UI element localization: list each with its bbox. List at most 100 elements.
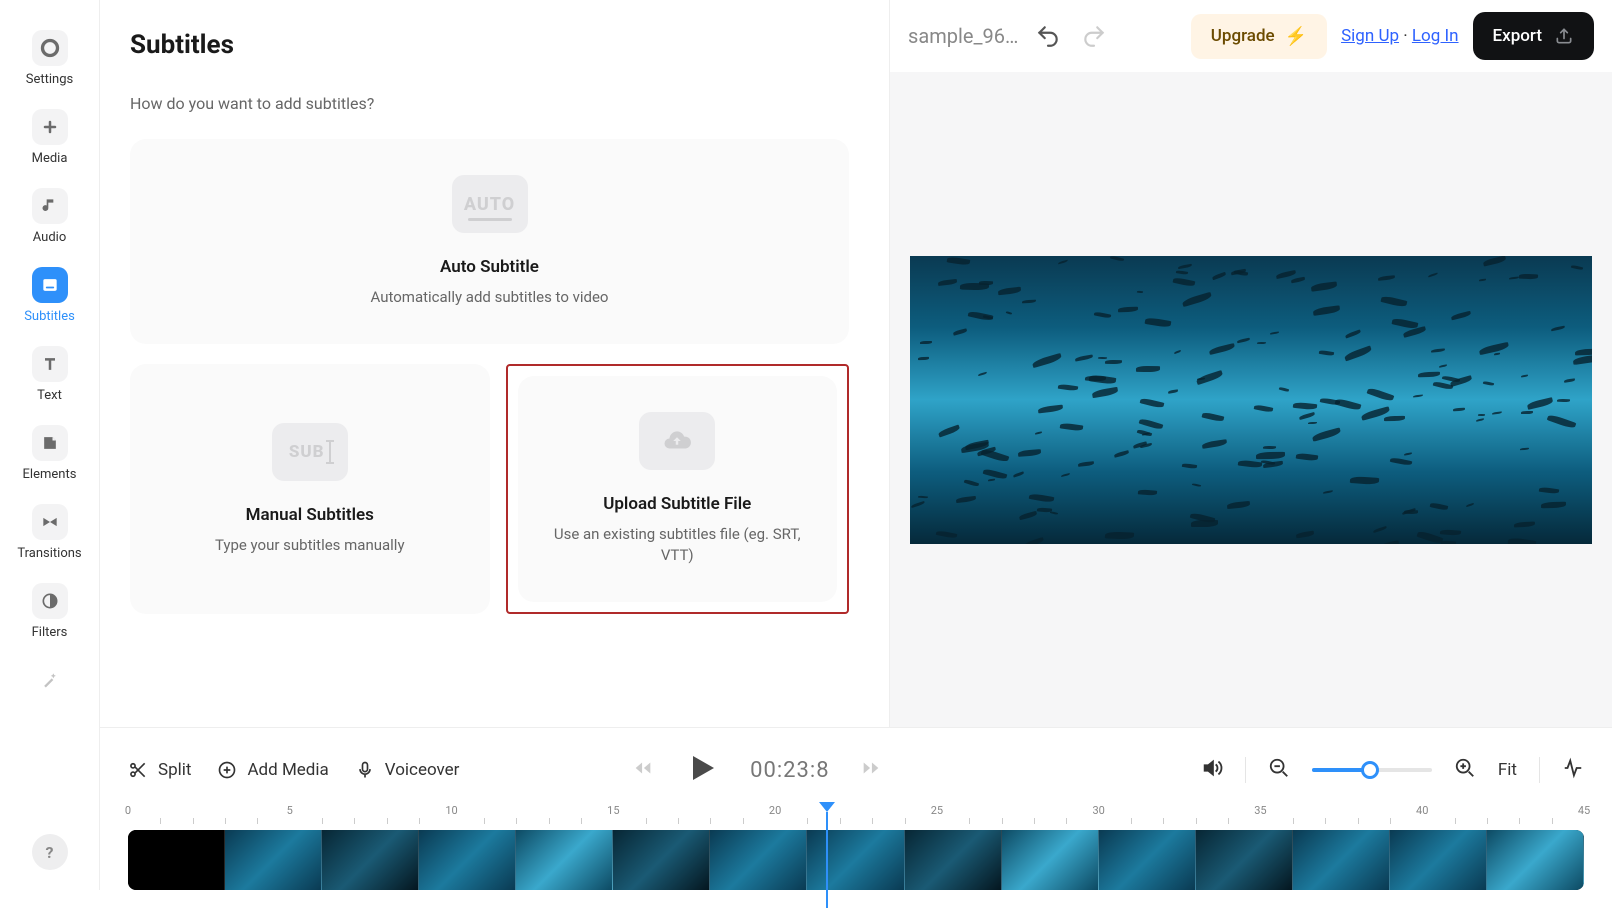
add-media-button[interactable]: Add Media [217,760,328,780]
card-manual-subtitles[interactable]: SUB Manual Subtitles Type your subtitles… [130,364,490,614]
plus-circle-icon [217,760,237,780]
sidebar-item-filters[interactable]: Filters [0,583,99,640]
sidebar-label: Subtitles [24,309,75,324]
scissors-icon [128,760,148,780]
ruler-tick: 5 [287,804,293,817]
clip-thumbnail[interactable] [1390,830,1487,890]
timeline-ruler[interactable]: 051015202530354045 [128,804,1584,828]
card-desc: Automatically add subtitles to video [371,287,609,308]
card-title: Auto Subtitle [440,257,539,277]
ruler-tick: 45 [1578,804,1590,817]
signup-link[interactable]: Sign Up [1341,26,1399,46]
card-upload-subtitle[interactable]: Upload Subtitle File Use an existing sub… [518,376,838,602]
plus-icon [32,109,68,145]
undo-button[interactable] [1032,20,1064,52]
zoom-out-button[interactable] [1268,757,1290,783]
card-auto-subtitle[interactable]: AUTO Auto Subtitle Automatically add sub… [130,139,849,344]
playhead[interactable] [819,802,835,908]
preview-canvas[interactable] [910,256,1592,544]
sidebar-label: Transitions [17,546,81,561]
zoom-out-icon [1268,757,1290,779]
ruler-tick: 35 [1254,804,1266,817]
text-icon [32,346,68,382]
split-button[interactable]: Split [128,760,191,780]
play-button[interactable] [684,750,720,790]
clip-thumbnail[interactable] [1487,830,1584,890]
clip-thumbnail[interactable] [613,830,710,890]
ruler-tick: 10 [445,804,457,817]
upgrade-button[interactable]: Upgrade ⚡ [1191,14,1327,59]
sidebar-label: Audio [33,230,66,245]
clip-thumbnail[interactable] [1293,830,1390,890]
auth-links: Sign Up · Log In [1341,26,1458,46]
panel-subtitle: How do you want to add subtitles? [130,94,849,113]
ruler-tick: 25 [931,804,943,817]
clip-thumbnail[interactable] [516,830,613,890]
sidebar-item-settings[interactable]: Settings [0,30,99,87]
clip-thumbnail[interactable] [225,830,322,890]
sidebar-label: Elements [23,467,77,482]
clip-thumbnail[interactable] [1099,830,1196,890]
clip-thumbnail[interactable] [128,830,225,890]
volume-button[interactable] [1201,757,1223,783]
card-desc: Type your subtitles manually [215,535,405,556]
zoom-slider[interactable] [1312,768,1432,772]
clip-thumbnail[interactable] [322,830,419,890]
help-button[interactable]: ? [32,834,68,870]
skip-forward-button[interactable] [860,757,882,783]
ruler-tick: 20 [769,804,781,817]
clip-track[interactable] [128,830,1584,890]
panel-subtitles: Subtitles How do you want to add subtitl… [100,0,890,727]
bolt-icon: ⚡ [1285,26,1307,47]
ruler-tick: 15 [607,804,619,817]
microphone-icon [355,760,375,780]
ruler-tick: 40 [1416,804,1428,817]
panel-title: Subtitles [130,30,849,60]
cloud-upload-icon [639,412,715,470]
sidebar-item-elements[interactable]: Elements [0,425,99,482]
export-button[interactable]: Export [1473,12,1594,60]
volume-icon [1201,757,1223,779]
sidebar-item-audio[interactable]: Audio [0,188,99,245]
sidebar-item-transitions[interactable]: Transitions [0,504,99,561]
music-note-icon [32,188,68,224]
sidebar-item-subtitles[interactable]: Subtitles [0,267,99,324]
auto-icon: AUTO [452,175,528,233]
ruler-tick: 30 [1092,804,1104,817]
voiceover-button[interactable]: Voiceover [355,760,460,780]
zoom-in-button[interactable] [1454,757,1476,783]
timeline: Split Add Media Voiceover [100,727,1612,890]
sidebar: Settings Media Audio Subtitles Text [0,0,100,890]
fit-button[interactable]: Fit [1498,760,1517,780]
card-desc: Use an existing subtitles file (eg. SRT,… [538,524,818,566]
topbar: sample_96… Upgrade ⚡ Sign Up · [890,0,1612,72]
sidebar-item-text[interactable]: Text [0,346,99,403]
upload-icon [1554,26,1574,46]
skip-back-button[interactable] [632,757,654,783]
login-link[interactable]: Log In [1412,26,1459,46]
redo-button[interactable] [1078,20,1110,52]
highlight-upload: Upload Subtitle File Use an existing sub… [506,364,850,614]
clip-thumbnail[interactable] [1196,830,1293,890]
sidebar-label: Settings [26,72,73,87]
sidebar-label: Media [32,151,68,166]
clip-thumbnail[interactable] [1002,830,1099,890]
sidebar-item-more[interactable] [0,662,99,698]
clip-thumbnail[interactable] [419,830,516,890]
zoom-handle[interactable] [1361,761,1379,779]
wand-icon [32,662,68,698]
sidebar-label: Text [37,388,62,403]
contrast-icon [32,583,68,619]
question-icon: ? [46,843,54,862]
sidebar-item-media[interactable]: Media [0,109,99,166]
subtitles-icon [32,267,68,303]
clip-thumbnail[interactable] [905,830,1002,890]
sticker-icon [32,425,68,461]
timecode: 00:23:8 [750,758,829,783]
waveform-button[interactable] [1562,757,1584,783]
transitions-icon [32,504,68,540]
project-name[interactable]: sample_96… [908,24,1018,48]
card-title: Upload Subtitle File [603,494,751,514]
clip-thumbnail[interactable] [710,830,807,890]
gear-icon [32,30,68,66]
